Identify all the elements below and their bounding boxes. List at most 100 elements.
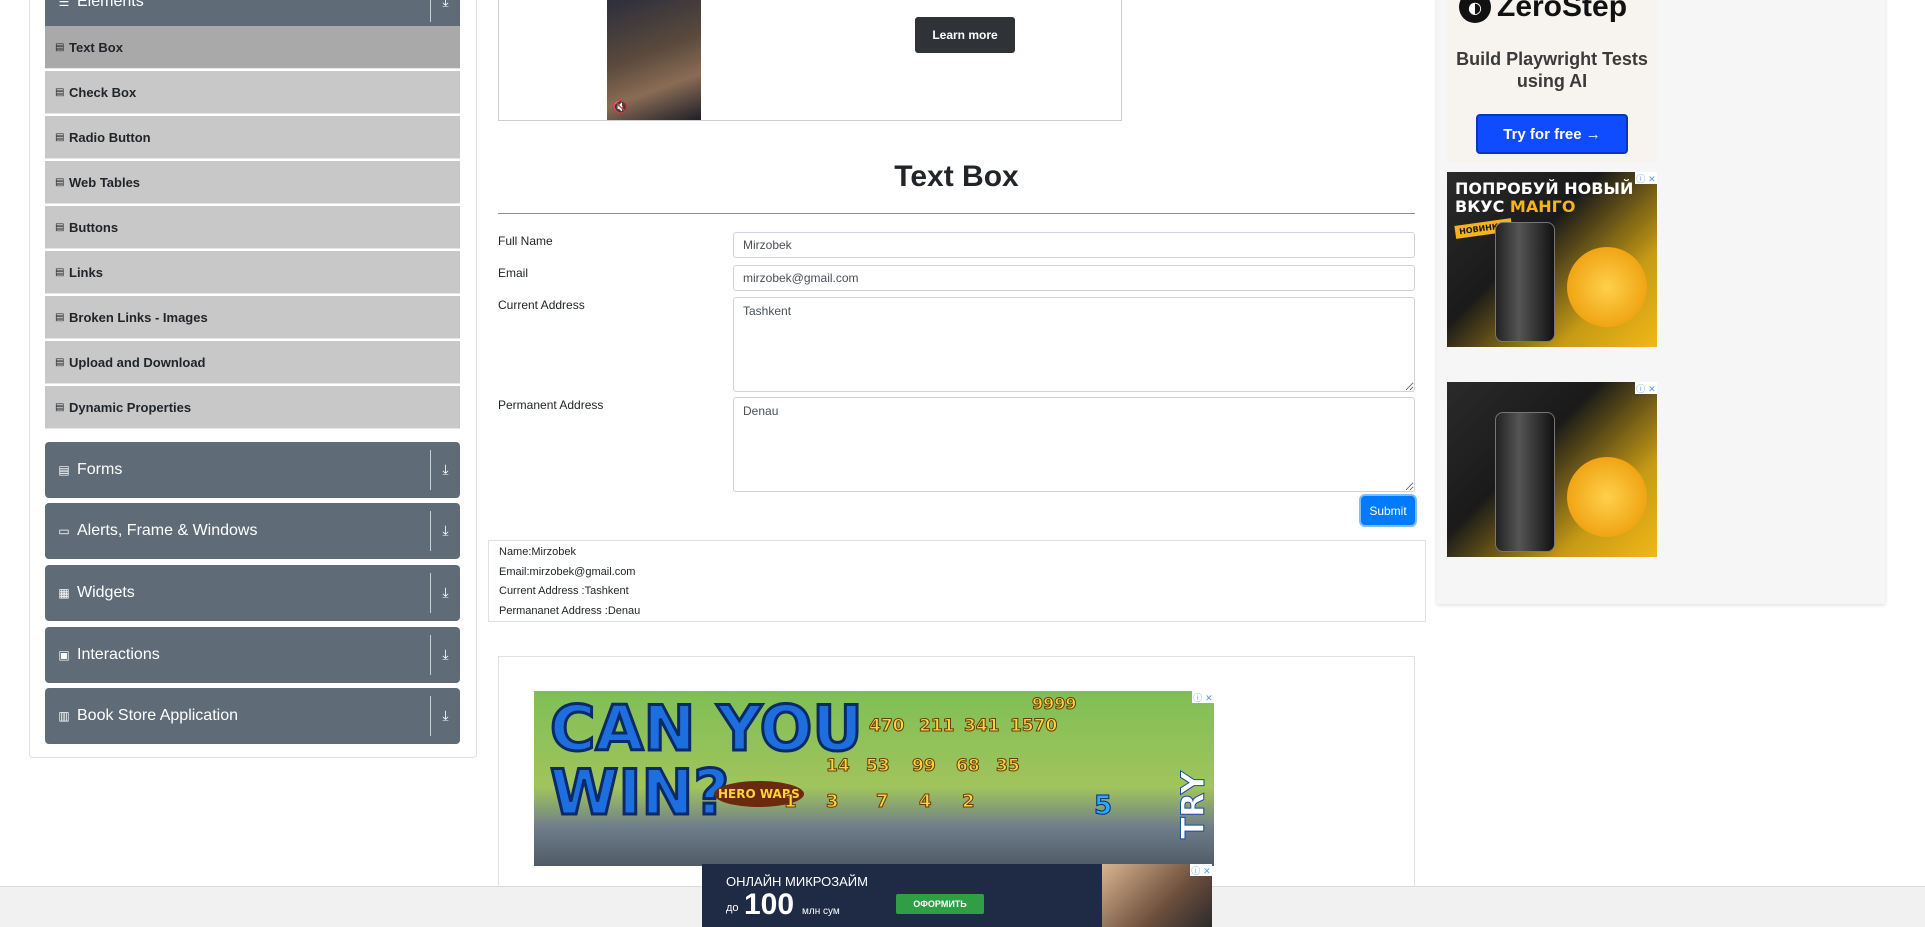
game-number: 53	[866, 756, 891, 777]
menu-item-broken-links[interactable]: ▤ Broken Links - Images	[45, 296, 460, 339]
mute-icon[interactable]: 🔇	[613, 100, 628, 114]
menu-icon: ☰	[58, 0, 70, 9]
download-arrow-icon[interactable]: ⤓	[430, 696, 460, 736]
email-input[interactable]	[733, 265, 1415, 291]
full-name-input[interactable]	[733, 232, 1415, 258]
title-divider	[498, 213, 1415, 214]
group-forms-label: Forms	[77, 461, 123, 478]
list-icon: ▤	[55, 131, 65, 143]
window-icon: ▭	[58, 524, 70, 538]
menu-item-dynamic-properties[interactable]: ▤ Dynamic Properties	[45, 386, 460, 429]
list-icon: ▤	[55, 221, 65, 233]
menu-item-buttons[interactable]: ▤ Buttons	[45, 206, 460, 249]
list-icon: ▤	[55, 401, 65, 413]
list-icon: ▤	[55, 41, 65, 53]
loan-amount: 100	[744, 888, 795, 921]
menu-item-radio-button[interactable]: ▤ Radio Button	[45, 116, 460, 159]
zerostep-brand: ZeroStep	[1497, 0, 1628, 23]
group-elements-label: Elements	[77, 0, 144, 10]
group-forms[interactable]: ▤ Forms ⤓	[45, 442, 460, 498]
headline-line-2: WIN?	[549, 756, 731, 829]
group-interactions[interactable]: ▣ Interactions ⤓	[45, 627, 460, 683]
elements-menu: ▤ Text Box ▤ Check Box ▤ Radio Button ▤ …	[45, 26, 460, 431]
mango-drink-ad-2[interactable]	[1447, 382, 1657, 557]
group-book-store-label: Book Store Application	[77, 707, 238, 724]
output-permanent-address: Permananet Address :Denau	[499, 604, 641, 617]
download-arrow-icon[interactable]: ⤓	[430, 511, 460, 551]
mango-ad-text: ПОПРОБУЙ НОВЫЙ ВКУС МАНГО	[1455, 180, 1633, 216]
output-current-address: Current Address :Tashkent	[499, 585, 629, 597]
menu-item-label: Buttons	[69, 219, 119, 235]
zerostep-tagline: Build Playwright Tests using AI	[1456, 49, 1648, 91]
output-name: Name:Mirzobek	[499, 546, 577, 558]
email-label: Email	[498, 266, 529, 280]
ad-choices-icon[interactable]: ⓘ ✕	[1192, 691, 1214, 704]
game-number: 68	[956, 756, 981, 777]
group-widgets-label: Widgets	[77, 584, 135, 601]
list-icon: ▤	[55, 311, 65, 323]
game-number: 1570	[1009, 716, 1058, 737]
current-address-textarea[interactable]: Tashkent	[733, 297, 1415, 392]
output-panel: Name:Mirzobek Email:mirzobek@gmail.com C…	[488, 540, 1426, 622]
permanent-address-label: Permanent Address	[498, 398, 604, 412]
try-cta[interactable]: TRY	[1174, 739, 1213, 840]
page-title: Text Box	[894, 160, 1019, 193]
group-widgets[interactable]: ▦ Widgets ⤓	[45, 565, 460, 621]
mango-ad-line-1: ПОПРОБУЙ НОВЫЙ	[1455, 179, 1634, 198]
mango-drink-ad[interactable]: ПОПРОБУЙ НОВЫЙ ВКУС МАНГО НОВИНКА!	[1447, 172, 1657, 347]
drink-can-image	[1495, 412, 1555, 552]
zerostep-ad[interactable]: ◐ ZeroStep Build Playwright Tests using …	[1447, 0, 1657, 162]
menu-item-check-box[interactable]: ▤ Check Box	[45, 71, 460, 114]
download-arrow-icon[interactable]: ⤓	[430, 573, 460, 613]
video-ad[interactable]: 🔇 Learn more	[498, 0, 1122, 121]
group-book-store[interactable]: ▥ Book Store Application ⤓	[45, 688, 460, 744]
permanent-address-textarea[interactable]: Denau	[733, 397, 1415, 492]
book-icon: ▥	[58, 709, 70, 723]
mango-image	[1567, 457, 1647, 537]
submit-button[interactable]: Submit	[1361, 496, 1415, 525]
game-number: 4	[919, 791, 932, 813]
loan-title: ОНЛАЙН МИКРОЗАЙМ	[726, 874, 868, 889]
download-arrow-icon[interactable]: ⤓	[430, 450, 460, 490]
output-email: Email:mirzobek@gmail.com	[499, 565, 636, 578]
learn-more-button[interactable]: Learn more	[915, 17, 1015, 53]
download-arrow-icon[interactable]: ⤓	[430, 635, 460, 675]
menu-item-label: Upload and Download	[69, 354, 206, 370]
list-icon: ▤	[55, 176, 65, 188]
form-icon: ▤	[58, 463, 70, 477]
ad-video-thumbnail[interactable]: 🔇	[607, 0, 701, 120]
game-number: 341	[964, 716, 1000, 737]
menu-item-text-box[interactable]: ▤ Text Box	[45, 26, 460, 69]
game-headline: CAN YOU WIN?	[549, 692, 865, 829]
game-number: 2	[962, 791, 975, 813]
try-for-free-button[interactable]: Try for free →	[1476, 114, 1628, 154]
loan-banner-ad[interactable]: ОНЛАЙН МИКРОЗАЙМ до 100 млн сум ОФОРМИТЬ	[702, 864, 1212, 927]
zerostep-logo-icon: ◐	[1459, 0, 1491, 23]
game-number: 9999	[1032, 694, 1078, 714]
game-number: 7	[876, 791, 889, 813]
menu-item-label: Dynamic Properties	[69, 399, 192, 415]
menu-item-web-tables[interactable]: ▤ Web Tables	[45, 161, 460, 204]
menu-item-label: Broken Links - Images	[69, 309, 208, 325]
hero-power: 5	[1093, 791, 1113, 822]
download-arrow-icon[interactable]: ⤓	[430, 0, 460, 22]
ad-choices-icon[interactable]: ⓘ ✕	[1635, 382, 1657, 395]
menu-item-label: Text Box	[69, 39, 123, 55]
ad-choices-icon[interactable]: ⓘ ✕	[1190, 864, 1212, 877]
loan-apply-button[interactable]: ОФОРМИТЬ	[896, 894, 984, 914]
group-alerts[interactable]: ▭ Alerts, Frame & Windows ⤓	[45, 503, 460, 559]
menu-item-label: Links	[69, 264, 103, 280]
game-number: 99	[912, 756, 937, 777]
game-banner-ad[interactable]: CAN YOU WIN? HERO WARS 470 211 341 1570 …	[534, 691, 1214, 866]
game-number: 1	[784, 791, 797, 813]
menu-item-label: Web Tables	[69, 174, 141, 190]
ad-choices-icon[interactable]: ⓘ ✕	[1635, 172, 1657, 185]
group-alerts-label: Alerts, Frame & Windows	[77, 522, 258, 539]
current-address-label: Current Address	[498, 298, 585, 312]
game-number: 35	[996, 756, 1021, 777]
menu-item-links[interactable]: ▤ Links	[45, 251, 460, 294]
menu-item-label: Check Box	[69, 84, 137, 100]
headline-line-1: CAN YOU	[549, 692, 865, 765]
loan-unit: млн сум	[802, 906, 840, 917]
menu-item-upload-download[interactable]: ▤ Upload and Download	[45, 341, 460, 384]
